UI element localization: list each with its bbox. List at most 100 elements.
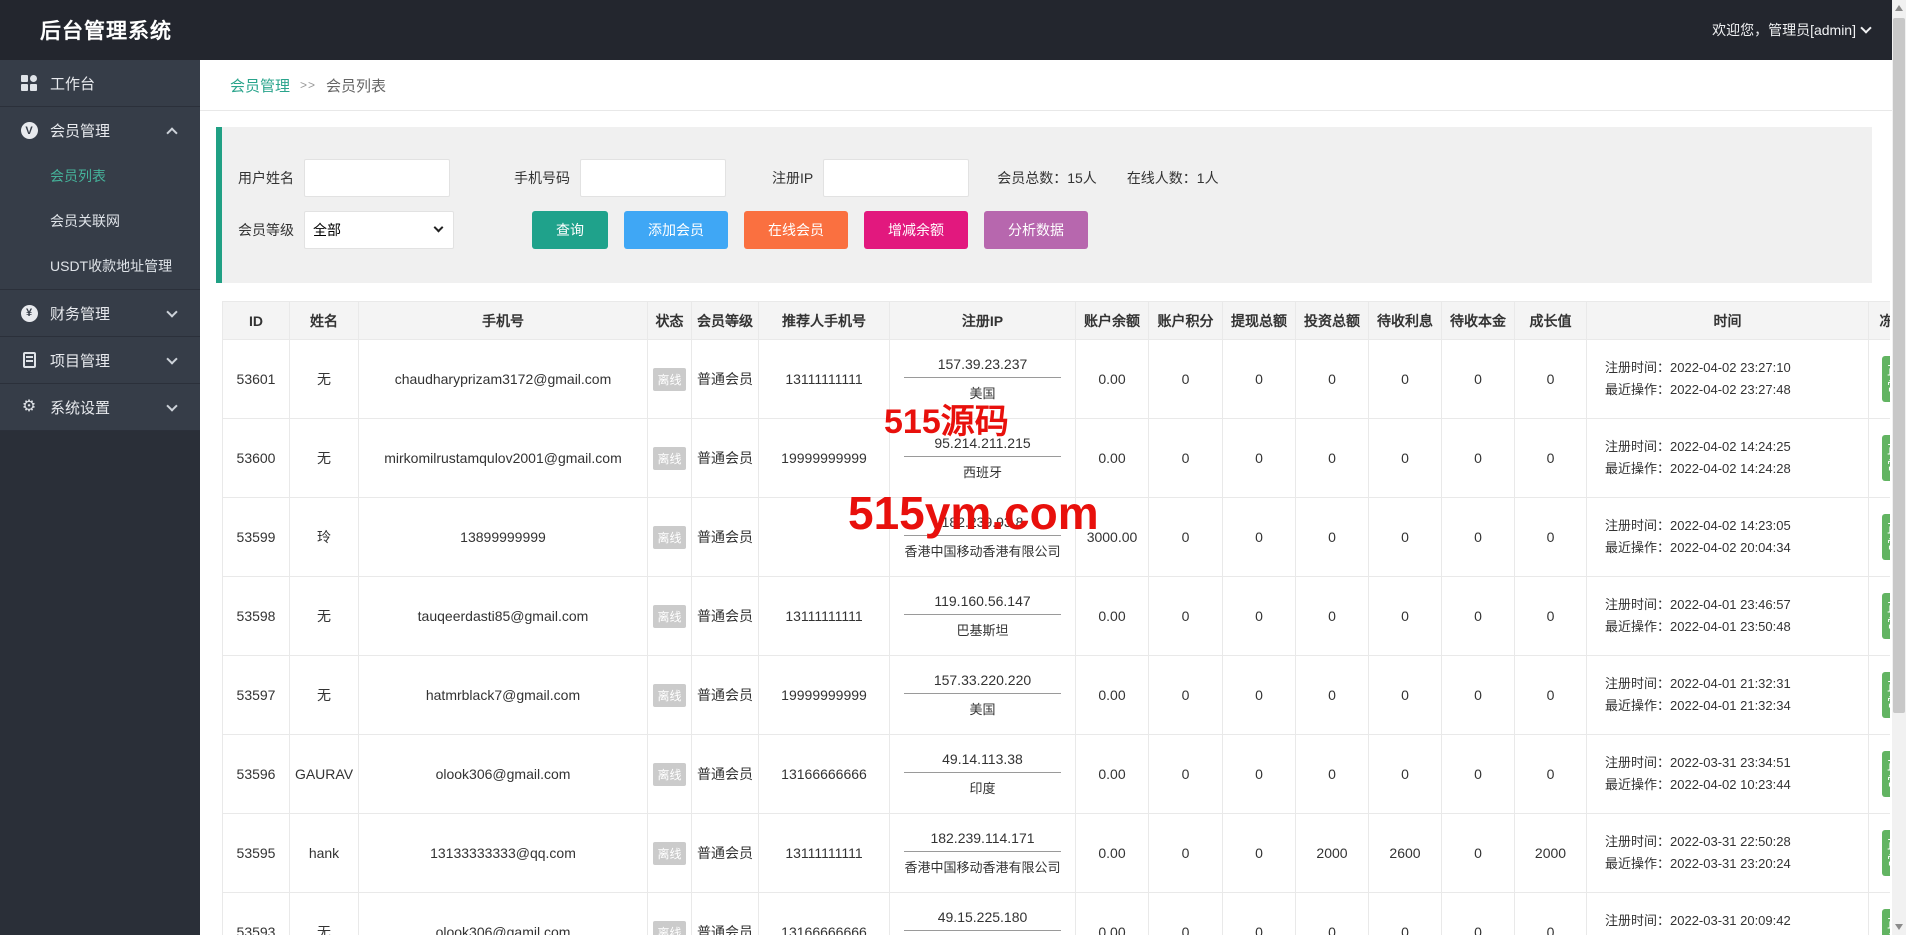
- sidebar-item-member-network[interactable]: 会员关联网: [0, 199, 200, 244]
- user-menu[interactable]: 欢迎您，管理员[admin]: [1712, 20, 1870, 40]
- cell-withdraw-total: 0: [1223, 893, 1296, 935]
- members-table: ID姓名手机号状态会员等级推荐人手机号注册IP账户余额账户积分提现总额投资总额待…: [222, 301, 1890, 935]
- cell-pending-principal: 0: [1442, 577, 1515, 656]
- online-members-button[interactable]: 在线会员: [744, 211, 848, 249]
- cell-id: 53599: [223, 498, 290, 577]
- column-header: 时间: [1587, 302, 1869, 340]
- cell-action[interactable]: 正常: [1869, 419, 1891, 498]
- ip-location: 西班牙: [890, 457, 1075, 481]
- analyze-data-button[interactable]: 分析数据: [984, 211, 1088, 249]
- username-input[interactable]: [304, 159, 450, 197]
- sidebar-item-usdt-address[interactable]: USDT收款地址管理: [0, 244, 200, 289]
- cell-balance: 0.00: [1076, 814, 1149, 893]
- cell-action[interactable]: 正常: [1869, 656, 1891, 735]
- breadcrumb-section-link[interactable]: 会员管理: [230, 75, 290, 96]
- cell-register-ip: 49.15.225.180印度: [890, 893, 1076, 935]
- cell-referrer: 13111111111: [759, 340, 890, 419]
- cell-register-ip: 49.14.113.38印度: [890, 735, 1076, 814]
- status-offline-badge: 离线: [653, 921, 685, 935]
- last-operation-time: 最近操作：2022-04-02 10:23:44: [1605, 774, 1868, 796]
- cell-name: 玲: [290, 498, 359, 577]
- register-time: 注册时间：2022-04-02 14:24:25: [1605, 436, 1868, 458]
- sidebar: 工作台 V 会员管理 会员列表 会员关联网 USDT收款地址管理 ¥ 财务管理: [0, 60, 200, 935]
- cell-action[interactable]: 正常: [1869, 577, 1891, 656]
- ip-location: 巴基斯坦: [890, 615, 1075, 639]
- status-normal-button[interactable]: 正常: [1882, 593, 1891, 639]
- column-header: 待收本金: [1442, 302, 1515, 340]
- cell-withdraw-total: 0: [1223, 498, 1296, 577]
- cell-id: 53601: [223, 340, 290, 419]
- sidebar-item-finance-management[interactable]: ¥ 财务管理: [0, 290, 200, 337]
- cell-points: 0: [1149, 498, 1223, 577]
- status-normal-button[interactable]: 正常: [1882, 672, 1891, 718]
- cell-points: 0: [1149, 419, 1223, 498]
- cell-action[interactable]: 正常: [1869, 814, 1891, 893]
- main-content: 会员管理 >> 会员列表 用户姓名 手机号码 注册IP 会员总数：1: [200, 60, 1892, 935]
- column-header: 姓名: [290, 302, 359, 340]
- cell-action[interactable]: 正常: [1869, 498, 1891, 577]
- cell-time: 注册时间：2022-04-02 14:23:05最近操作：2022-04-02 …: [1587, 498, 1869, 577]
- cell-withdraw-total: 0: [1223, 340, 1296, 419]
- column-header: 推荐人手机号: [759, 302, 890, 340]
- query-button[interactable]: 查询: [532, 211, 608, 249]
- cell-phone: mirkomilrustamqulov2001@gmail.com: [359, 419, 648, 498]
- ip-location: 香港中国移动香港有限公司: [890, 852, 1075, 876]
- cell-pending-interest: 0: [1369, 656, 1442, 735]
- cell-time: 注册时间：2022-04-02 23:27:10最近操作：2022-04-02 …: [1587, 340, 1869, 419]
- table-row: 53598无tauqeerdasti85@gmail.com离线普通会员1311…: [223, 577, 1891, 656]
- status-normal-button[interactable]: 正常: [1882, 751, 1891, 797]
- status-normal-button[interactable]: 正常: [1882, 909, 1891, 935]
- sidebar-item-label: 财务管理: [50, 303, 110, 324]
- last-operation-time: 最近操作：2022-04-01 21:32:34: [1605, 695, 1868, 717]
- cell-growth: 0: [1515, 498, 1587, 577]
- cell-invest-total: 0: [1296, 419, 1369, 498]
- register-ip-input[interactable]: [823, 159, 969, 197]
- status-offline-badge: 离线: [653, 526, 685, 549]
- cell-status: 离线: [648, 893, 692, 935]
- scroll-up-icon[interactable]: [1892, 0, 1906, 16]
- last-operation-time: 最近操作：2022-04-01 23:50:48: [1605, 616, 1868, 638]
- status-normal-button[interactable]: 正常: [1882, 514, 1891, 560]
- phone-input[interactable]: [580, 159, 726, 197]
- cell-invest-total: 0: [1296, 340, 1369, 419]
- cell-id: 53596: [223, 735, 290, 814]
- adjust-balance-button[interactable]: 增减余额: [864, 211, 968, 249]
- sidebar-item-member-management[interactable]: V 会员管理: [0, 107, 200, 154]
- cell-withdraw-total: 0: [1223, 814, 1296, 893]
- cell-growth: 2000: [1515, 814, 1587, 893]
- cell-level: 普通会员: [692, 656, 759, 735]
- cell-withdraw-total: 0: [1223, 577, 1296, 656]
- member-level-select[interactable]: 全部: [304, 211, 454, 249]
- sidebar-item-project-management[interactable]: 项目管理: [0, 337, 200, 384]
- cell-id: 53595: [223, 814, 290, 893]
- cell-growth: 0: [1515, 577, 1587, 656]
- scroll-down-icon[interactable]: [1892, 919, 1906, 935]
- add-member-button[interactable]: 添加会员: [624, 211, 728, 249]
- sidebar-item-workbench[interactable]: 工作台: [0, 60, 200, 107]
- cell-balance: 0.00: [1076, 735, 1149, 814]
- ip-location: 印度: [890, 931, 1075, 935]
- scrollbar-thumb[interactable]: [1893, 18, 1905, 713]
- chevron-down-icon: [1860, 22, 1871, 33]
- sidebar-item-system-settings[interactable]: ⚙ 系统设置: [0, 384, 200, 431]
- cell-growth: 0: [1515, 419, 1587, 498]
- table-body: 53601无chaudharyprizam3172@gmail.com离线普通会…: [223, 340, 1891, 935]
- gear-icon: ⚙: [20, 399, 38, 415]
- column-header: 会员等级: [692, 302, 759, 340]
- cell-level: 普通会员: [692, 419, 759, 498]
- breadcrumb-separator: >>: [300, 78, 316, 92]
- column-header: ID: [223, 302, 290, 340]
- sidebar-item-member-list[interactable]: 会员列表: [0, 154, 200, 199]
- column-header: 注册IP: [890, 302, 1076, 340]
- vertical-scrollbar[interactable]: [1892, 0, 1906, 935]
- cell-action[interactable]: 正常: [1869, 735, 1891, 814]
- cell-points: 0: [1149, 656, 1223, 735]
- cell-pending-interest: 0: [1369, 577, 1442, 656]
- status-normal-button[interactable]: 正常: [1882, 356, 1891, 402]
- cell-name: 无: [290, 419, 359, 498]
- cell-action[interactable]: 正常: [1869, 340, 1891, 419]
- status-normal-button[interactable]: 正常: [1882, 830, 1891, 876]
- cell-action[interactable]: 正常: [1869, 893, 1891, 935]
- ip-address: 157.33.220.220: [904, 672, 1061, 694]
- status-normal-button[interactable]: 正常: [1882, 435, 1891, 481]
